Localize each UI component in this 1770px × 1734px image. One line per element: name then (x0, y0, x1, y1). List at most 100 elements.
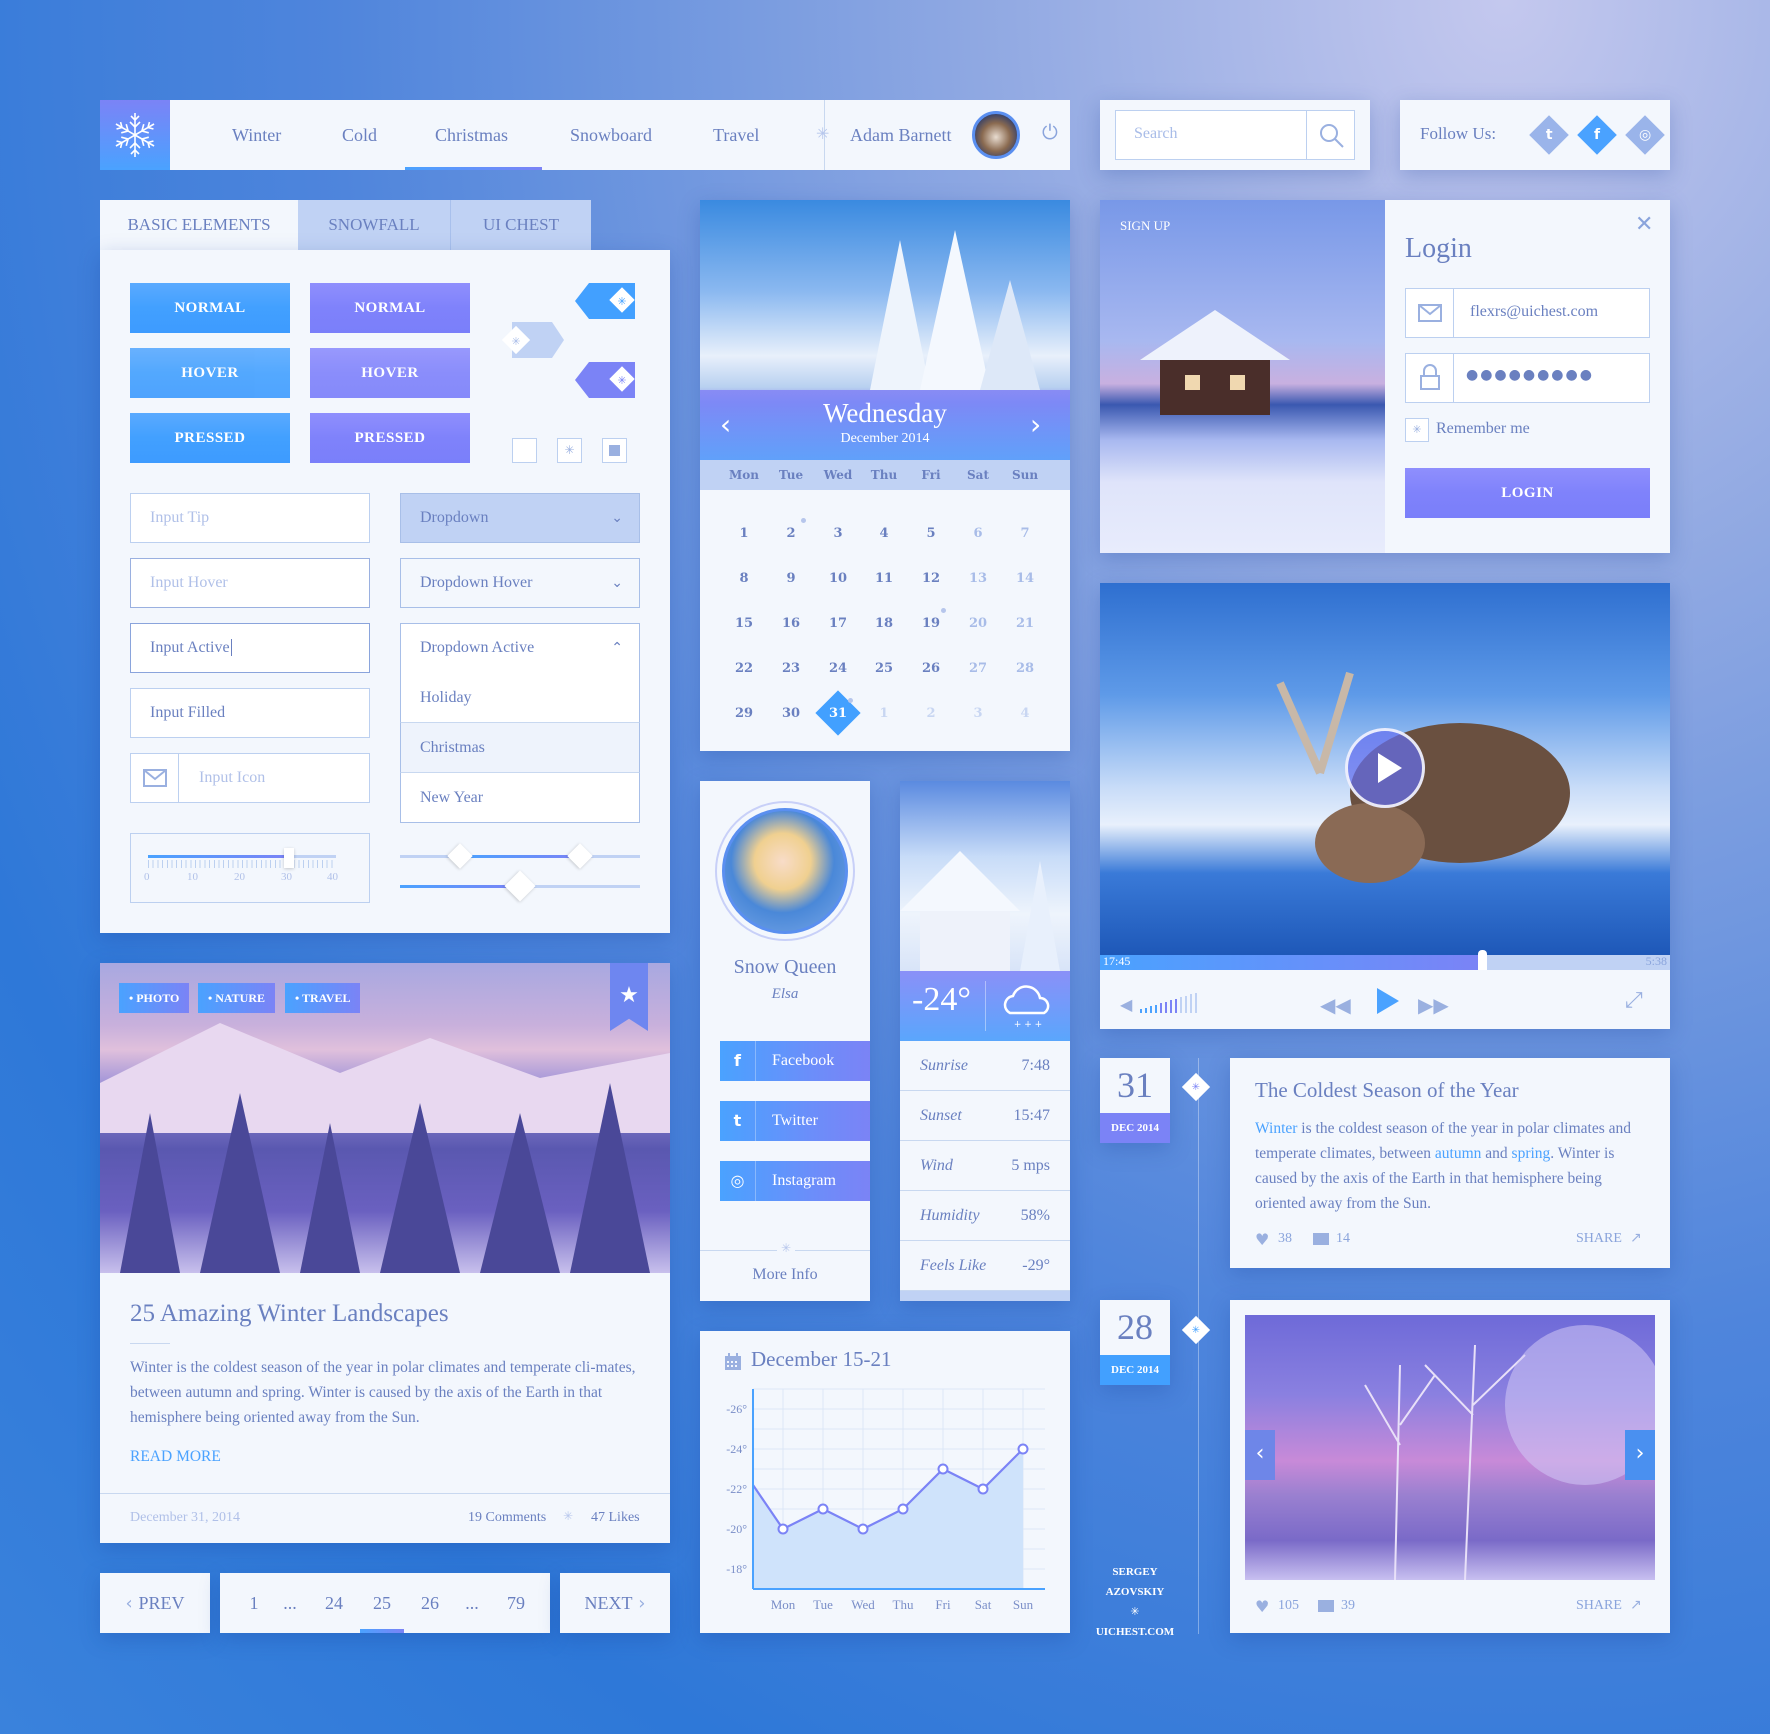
calendar-day[interactable]: 8 (724, 571, 764, 586)
article-title[interactable]: 25 Amazing Winter Landscapes (130, 1300, 449, 1328)
remember-checkbox[interactable]: ✳ (1405, 418, 1429, 442)
instagram-icon[interactable]: ◎ (1625, 115, 1665, 155)
button-blue-pressed[interactable]: PRESSED (130, 413, 290, 463)
search-icon[interactable] (1319, 123, 1345, 149)
calendar-day[interactable]: 5 (911, 526, 951, 541)
gallery-next-button[interactable]: › (1625, 1430, 1655, 1480)
nav-item-winter[interactable]: Winter (232, 100, 281, 170)
rewind-button[interactable]: ◀◀ (1320, 993, 1351, 1017)
calendar-day[interactable]: 17 (818, 616, 858, 631)
nav-item-christmas[interactable]: Christmas (435, 100, 508, 170)
logo[interactable] (100, 100, 170, 170)
calendar-day[interactable]: 16 (771, 616, 811, 631)
calendar-day[interactable]: 24 (818, 661, 858, 676)
calendar-day[interactable]: 15 (724, 616, 764, 631)
avatar[interactable] (972, 111, 1020, 159)
button-purple-hover[interactable]: HOVER (310, 348, 470, 398)
inline-link[interactable]: spring (1512, 1145, 1551, 1162)
likes-link[interactable]: 47 Likes (591, 1510, 640, 1526)
inline-link[interactable]: Winter (1255, 1120, 1297, 1137)
calendar-day[interactable]: 7 (1005, 526, 1045, 541)
next-button[interactable]: NEXT › (560, 1573, 670, 1633)
button-blue-normal[interactable]: NORMAL (130, 283, 290, 333)
input-filled[interactable]: Input Filled (130, 688, 370, 738)
calendar-day[interactable]: 22 (724, 661, 764, 676)
calendar-day[interactable]: 11 (864, 571, 904, 586)
prev-button[interactable]: ‹ PREV (100, 1573, 210, 1633)
nav-item-cold[interactable]: Cold (342, 100, 377, 170)
calendar-day[interactable]: 12 (911, 571, 951, 586)
close-icon[interactable]: ✕ (1635, 212, 1653, 237)
fullscreen-icon[interactable]: ⤢ (1625, 988, 1643, 1013)
power-icon[interactable]: ⏻ (1042, 120, 1058, 144)
twitter-button[interactable]: t Twitter (720, 1101, 870, 1141)
button-purple-normal[interactable]: NORMAL (310, 283, 470, 333)
page-button[interactable]: 24 (319, 1573, 349, 1633)
user-name[interactable]: Adam Barnett (850, 100, 951, 170)
read-more-link[interactable]: READ MORE (130, 1448, 221, 1466)
calendar-day[interactable]: 30 (771, 706, 811, 721)
calendar-day[interactable]: 2 (911, 706, 951, 721)
weather-expand[interactable] (900, 1291, 1070, 1301)
facebook-icon[interactable]: f (1577, 115, 1617, 155)
nav-item-travel[interactable]: Travel (713, 100, 759, 170)
calendar-day[interactable]: 18 (864, 616, 904, 631)
slider-thumb[interactable] (284, 848, 294, 868)
email-field[interactable]: flexrs@uichest.com (1405, 288, 1650, 338)
share-button[interactable]: SHARE (1576, 1231, 1622, 1247)
signup-link[interactable]: SIGN UP (1120, 218, 1170, 234)
play-button[interactable] (1377, 988, 1399, 1014)
facebook-button[interactable]: f Facebook (720, 1041, 870, 1081)
share-button[interactable]: SHARE (1576, 1598, 1622, 1614)
video-progress-thumb[interactable] (1477, 950, 1487, 970)
input-icon[interactable]: Input Icon (130, 753, 370, 803)
calendar-day[interactable]: 3 (958, 706, 998, 721)
calendar-day[interactable]: 23 (771, 661, 811, 676)
tab-snowfall[interactable]: SNOWFALL (298, 200, 451, 250)
heart-icon[interactable]: ♥ (1255, 1230, 1269, 1249)
credit-line[interactable]: UICHEST.COM (1095, 1622, 1175, 1642)
password-field[interactable]: ●●●●●●●●● (1405, 353, 1650, 403)
calendar-day[interactable]: 1 (864, 706, 904, 721)
page-button[interactable]: 79 (501, 1573, 531, 1633)
heart-icon[interactable]: ♥ (1255, 1597, 1269, 1616)
button-purple-pressed[interactable]: PRESSED (310, 413, 470, 463)
calendar-day[interactable]: 2 (771, 526, 811, 541)
dropdown-normal[interactable]: Dropdown ⌄ (400, 493, 640, 543)
arrow-tag-light[interactable]: ✳ (498, 322, 566, 358)
forward-button[interactable]: ▶▶ (1418, 993, 1449, 1017)
calendar-day[interactable]: 19 (911, 616, 951, 631)
calendar-day[interactable]: 20 (958, 616, 998, 631)
search-input[interactable]: Search (1115, 110, 1355, 160)
volume-icon[interactable]: ◀ (1120, 995, 1132, 1014)
tag-nature[interactable]: • NATURE (198, 983, 275, 1013)
page-button[interactable]: 25 (367, 1573, 397, 1633)
dropdown-option[interactable]: Christmas (400, 723, 640, 773)
inline-link[interactable]: autumn (1435, 1145, 1482, 1162)
calendar-day[interactable]: 13 (958, 571, 998, 586)
calendar-day[interactable]: 4 (1005, 706, 1045, 721)
calendar-day[interactable]: 29 (724, 706, 764, 721)
checkbox-hover[interactable]: ✳ (557, 438, 582, 463)
dropdown-option[interactable]: Holiday (400, 673, 640, 723)
dropdown-option[interactable]: New Year (400, 773, 640, 823)
play-overlay-button[interactable] (1345, 728, 1425, 808)
arrow-tag-blue[interactable]: ✳ (575, 283, 640, 319)
tab-ui-chest[interactable]: UI CHEST (451, 200, 591, 250)
page-button[interactable]: 1 (239, 1573, 269, 1633)
comment-icon[interactable] (1318, 1600, 1334, 1612)
input-tip[interactable]: Input Tip (130, 493, 370, 543)
more-info-link[interactable]: More Info (700, 1266, 870, 1284)
calendar-day[interactable]: 21 (1005, 616, 1045, 631)
tab-basic-elements[interactable]: BASIC ELEMENTS (100, 200, 298, 250)
checkbox-unchecked[interactable] (512, 438, 537, 463)
button-blue-hover[interactable]: HOVER (130, 348, 290, 398)
login-button[interactable]: LOGIN (1405, 468, 1650, 518)
calendar-day[interactable]: 25 (864, 661, 904, 676)
input-active[interactable]: Input Active (130, 623, 370, 673)
twitter-icon[interactable]: t (1529, 115, 1569, 155)
calendar-day[interactable]: 27 (958, 661, 998, 676)
checkbox-checked[interactable] (602, 438, 627, 463)
calendar-day[interactable]: 1 (724, 526, 764, 541)
arrow-tag-purple[interactable]: ✳ (575, 362, 640, 398)
